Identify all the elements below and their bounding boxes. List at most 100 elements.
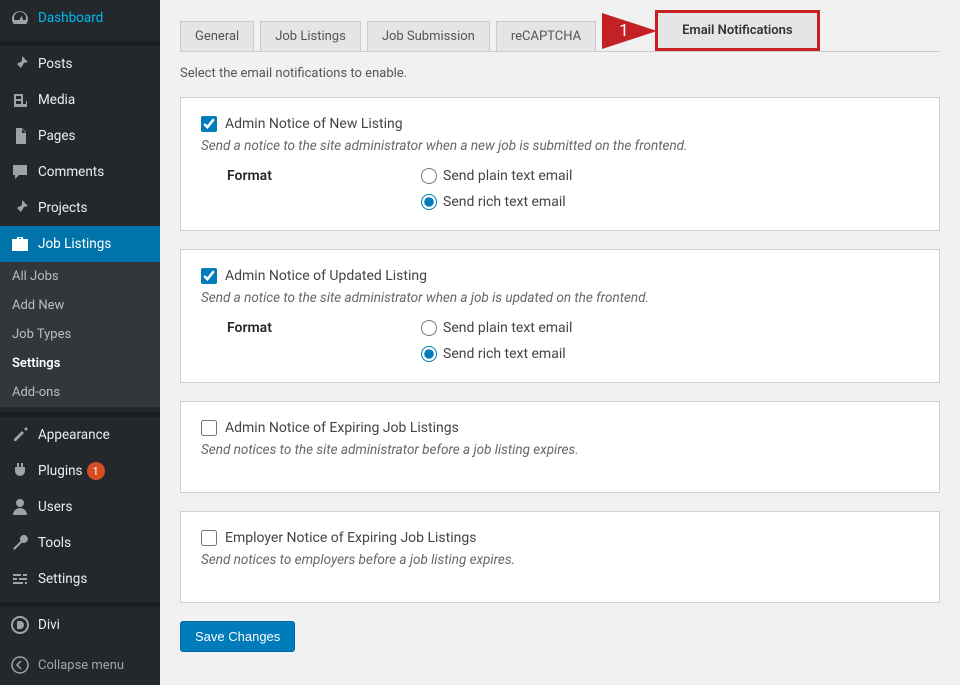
sidebar-label: Users bbox=[38, 499, 72, 515]
page-icon bbox=[10, 126, 30, 146]
sidebar-item-divi[interactable]: Divi bbox=[0, 607, 160, 643]
sidebar-item-comments[interactable]: Comments bbox=[0, 154, 160, 190]
enable-checkbox[interactable] bbox=[201, 530, 217, 546]
radio-input[interactable] bbox=[421, 194, 437, 210]
dashboard-icon bbox=[10, 8, 30, 28]
sidebar-submenu: All Jobs Add New Job Types Settings Add-… bbox=[0, 262, 160, 407]
radio-label: Send plain text email bbox=[443, 168, 572, 184]
submenu-all-jobs[interactable]: All Jobs bbox=[0, 262, 160, 291]
sidebar-label: Media bbox=[38, 92, 75, 108]
submenu-settings[interactable]: Settings bbox=[0, 349, 160, 378]
checkbox-label: Admin Notice of Updated Listing bbox=[225, 268, 427, 284]
sidebar-item-posts[interactable]: Posts bbox=[0, 46, 160, 82]
checkbox-label: Employer Notice of Expiring Job Listings bbox=[225, 530, 476, 546]
sidebar-label: Posts bbox=[38, 56, 72, 72]
collapse-icon bbox=[10, 655, 30, 675]
briefcase-icon bbox=[10, 234, 30, 254]
sidebar-label: Projects bbox=[38, 200, 88, 216]
submenu-addons[interactable]: Add-ons bbox=[0, 378, 160, 407]
submenu-job-types[interactable]: Job Types bbox=[0, 320, 160, 349]
sidebar-item-job-listings[interactable]: Job Listings bbox=[0, 226, 160, 262]
callout-number: 1 bbox=[619, 21, 629, 41]
sidebar-label: Appearance bbox=[38, 427, 110, 443]
admin-sidebar: Dashboard Posts Media Pages Comments Pro… bbox=[0, 0, 160, 685]
plug-icon bbox=[10, 461, 30, 481]
sidebar-label: Comments bbox=[38, 164, 104, 180]
tab-email-notifications[interactable]: Email Notifications bbox=[655, 10, 819, 51]
sliders-icon bbox=[10, 569, 30, 589]
notification-panel: Admin Notice of Expiring Job Listings Sen… bbox=[180, 401, 940, 493]
sidebar-item-dashboard[interactable]: Dashboard bbox=[0, 0, 160, 36]
submenu-add-new[interactable]: Add New bbox=[0, 291, 160, 320]
sidebar-item-appearance[interactable]: Appearance bbox=[0, 417, 160, 453]
save-changes-button[interactable]: Save Changes bbox=[180, 621, 295, 652]
radio-option[interactable]: Send plain text email bbox=[421, 320, 572, 336]
radio-label: Send rich text email bbox=[443, 346, 566, 362]
helper-text: Send a notice to the site administrator … bbox=[201, 138, 919, 154]
callout-arrow-icon: 1 bbox=[602, 13, 657, 49]
enable-checkbox-row[interactable]: Admin Notice of New Listing bbox=[201, 116, 919, 132]
brush-icon bbox=[10, 425, 30, 445]
enable-checkbox[interactable] bbox=[201, 420, 217, 436]
helper-text: Send notices to employers before a job l… bbox=[201, 552, 919, 568]
page-intro-text: Select the email notifications to enable… bbox=[180, 66, 940, 81]
radio-label: Send plain text email bbox=[443, 320, 572, 336]
helper-text: Send notices to the site administrator b… bbox=[201, 442, 919, 458]
helper-text: Send a notice to the site administrator … bbox=[201, 290, 919, 306]
radio-input[interactable] bbox=[421, 168, 437, 184]
sidebar-item-settings[interactable]: Settings bbox=[0, 561, 160, 597]
radio-option[interactable]: Send rich text email bbox=[421, 346, 572, 362]
format-row: Format Send plain text email Send rich tex… bbox=[201, 320, 919, 362]
sidebar-label: Dashboard bbox=[38, 10, 103, 26]
sidebar-label: Pages bbox=[38, 128, 76, 144]
enable-checkbox-row[interactable]: Employer Notice of Expiring Job Listings bbox=[201, 530, 919, 546]
notification-panel: Admin Notice of New Listing Send a notice… bbox=[180, 97, 940, 231]
enable-checkbox-row[interactable]: Admin Notice of Expiring Job Listings bbox=[201, 420, 919, 436]
enable-checkbox-row[interactable]: Admin Notice of Updated Listing bbox=[201, 268, 919, 284]
collapse-label: Collapse menu bbox=[38, 658, 124, 673]
tab-general[interactable]: General bbox=[180, 21, 254, 51]
sidebar-item-tools[interactable]: Tools bbox=[0, 525, 160, 561]
format-radio-group: Send plain text email Send rich text emai… bbox=[421, 320, 572, 362]
format-radio-group: Send plain text email Send rich text emai… bbox=[421, 168, 572, 210]
sidebar-item-users[interactable]: Users bbox=[0, 489, 160, 525]
radio-input[interactable] bbox=[421, 320, 437, 336]
notification-panel: Admin Notice of Updated Listing Send a no… bbox=[180, 249, 940, 383]
notification-panel: Employer Notice of Expiring Job Listings… bbox=[180, 511, 940, 603]
media-icon bbox=[10, 90, 30, 110]
tab-job-listings[interactable]: Job Listings bbox=[260, 21, 361, 51]
settings-tabs: General Job Listings Job Submission reCA… bbox=[180, 10, 940, 52]
sidebar-label: Divi bbox=[38, 617, 60, 633]
main-content: General Job Listings Job Submission reCA… bbox=[160, 0, 960, 685]
radio-label: Send rich text email bbox=[443, 194, 566, 210]
collapse-menu-button[interactable]: Collapse menu bbox=[0, 645, 160, 685]
sidebar-label: Job Listings bbox=[38, 236, 111, 252]
wrench-icon bbox=[10, 533, 30, 553]
divi-icon bbox=[10, 615, 30, 635]
user-icon bbox=[10, 497, 30, 517]
pin-icon bbox=[10, 54, 30, 74]
sidebar-label: Plugins bbox=[38, 463, 83, 479]
radio-option[interactable]: Send plain text email bbox=[421, 168, 572, 184]
checkbox-label: Admin Notice of Expiring Job Listings bbox=[225, 420, 459, 436]
tab-job-submission[interactable]: Job Submission bbox=[367, 21, 490, 51]
sidebar-item-media[interactable]: Media bbox=[0, 82, 160, 118]
sidebar-item-pages[interactable]: Pages bbox=[0, 118, 160, 154]
radio-input[interactable] bbox=[421, 346, 437, 362]
enable-checkbox[interactable] bbox=[201, 268, 217, 284]
sidebar-item-plugins[interactable]: Plugins 1 bbox=[0, 453, 160, 489]
enable-checkbox[interactable] bbox=[201, 116, 217, 132]
update-badge: 1 bbox=[87, 462, 105, 480]
sidebar-label: Settings bbox=[38, 571, 87, 587]
format-label: Format bbox=[201, 168, 421, 184]
sidebar-label: Tools bbox=[38, 535, 71, 551]
radio-option[interactable]: Send rich text email bbox=[421, 194, 572, 210]
comment-icon bbox=[10, 162, 30, 182]
sidebar-item-projects[interactable]: Projects bbox=[0, 190, 160, 226]
format-label: Format bbox=[201, 320, 421, 336]
checkbox-label: Admin Notice of New Listing bbox=[225, 116, 403, 132]
tab-recaptcha[interactable]: reCAPTCHA bbox=[496, 21, 596, 51]
callout-pointer-wrap: 1 Email Notifications bbox=[602, 10, 819, 51]
pin-icon bbox=[10, 198, 30, 218]
format-row: Format Send plain text email Send rich tex… bbox=[201, 168, 919, 210]
